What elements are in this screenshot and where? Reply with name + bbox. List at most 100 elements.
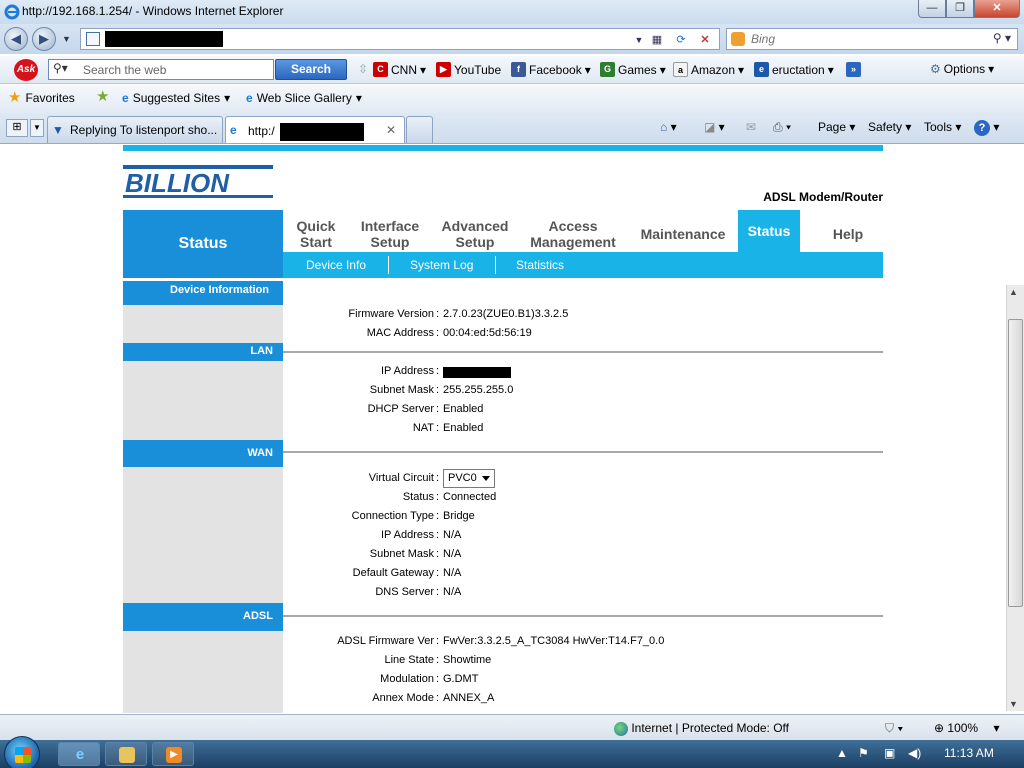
compatibility-view-icon[interactable]: ▦ <box>647 32 667 48</box>
ask-search-box[interactable]: ⚲▾ <box>48 59 274 80</box>
help-menu[interactable]: ? ▾ <box>974 120 999 136</box>
row-label: Firmware Version <box>348 308 434 320</box>
virtual-circuit-select[interactable]: PVC0 <box>443 469 495 488</box>
section-device-info: Device Information <box>123 281 283 305</box>
link-facebook[interactable]: f Facebook ▾ <box>511 62 591 77</box>
home-button[interactable]: ⌂ ▾ <box>660 120 677 134</box>
taskbar-explorer[interactable] <box>105 742 147 766</box>
nav-advanced-setup[interactable]: Advanced Setup <box>433 216 517 252</box>
refresh-icon[interactable]: ⟳ <box>671 32 691 48</box>
ask-toolbar: Ask ⚲▾ Search ⇳ C CNN▾ ▶ YouTube f Faceb… <box>0 56 1024 84</box>
web-slice-gallery-button[interactable]: e Web Slice Gallery ▾ <box>246 91 362 105</box>
nav-interface-setup[interactable]: Interface Setup <box>349 216 431 252</box>
tab-replying[interactable]: ▼ Replying To listenport sho... <box>47 116 223 143</box>
forward-button[interactable]: ▶ <box>32 27 56 51</box>
link-games[interactable]: G Games ▾ <box>600 62 666 77</box>
nav-help[interactable]: Help <box>813 216 883 252</box>
sub-nav-device-info[interactable]: Device Info <box>306 258 366 272</box>
games-icon: G <box>600 62 615 77</box>
start-button[interactable] <box>4 736 40 768</box>
row-value: G.DMT <box>443 673 479 685</box>
link-amazon[interactable]: a Amazon ▾ <box>673 62 744 77</box>
security-zone[interactable]: Internet | Protected Mode: Off <box>614 721 789 736</box>
address-toolbar: ◀ ▶ ▼ ▼ ▦ ⟳ ✕ ⚲ ▾ <box>0 24 1024 54</box>
stop-icon[interactable]: ✕ <box>695 32 715 48</box>
suggested-sites-button[interactable]: e Suggested Sites ▾ <box>122 91 230 105</box>
nav-maintenance[interactable]: Maintenance <box>631 216 735 252</box>
ask-search-input[interactable] <box>83 62 263 77</box>
nav-label: Setup <box>455 234 495 250</box>
minimize-button[interactable]: — <box>918 0 946 18</box>
taskbar-media-player[interactable]: ▶ <box>152 742 194 766</box>
close-tab-icon[interactable]: ✕ <box>386 123 396 137</box>
feeds-button[interactable]: ◪ ▾ <box>704 120 725 134</box>
bing-search-input[interactable] <box>751 31 981 47</box>
more-links-button[interactable]: » <box>846 62 861 77</box>
tab-list-button[interactable]: ▼ <box>30 119 44 137</box>
scroll-thumb[interactable] <box>1008 319 1023 607</box>
web-slice-gallery-label: Web Slice Gallery <box>256 91 352 105</box>
clock[interactable]: 11:13 AM <box>944 746 994 760</box>
forum-icon: ▼ <box>52 123 64 137</box>
history-dropdown-icon[interactable]: ▼ <box>62 34 71 44</box>
tab-router[interactable]: e http:/ ✕ <box>225 116 405 143</box>
zoom-control[interactable]: ⊕ 100% ▾ <box>934 721 999 735</box>
scroll-up-icon[interactable]: ▲ <box>1009 287 1018 297</box>
ask-search-button[interactable]: Search <box>275 59 347 80</box>
volume-icon[interactable]: ◀) <box>908 746 921 760</box>
network-icon[interactable]: ▣ <box>884 746 895 760</box>
row-lan-subnet: Subnet Mask: 255.255.255.0 <box>369 384 514 396</box>
link-label: eructation <box>772 62 825 77</box>
restore-button[interactable]: ❐ <box>946 0 974 18</box>
safety-menu[interactable]: Safety ▾ <box>868 120 911 134</box>
taskbar-ie[interactable]: e <box>58 742 100 766</box>
row-label: DNS Server <box>375 586 434 598</box>
quick-tabs-button[interactable]: ⊞ <box>6 119 28 137</box>
windows-taskbar: e ▶ ▲ ⚑ ▣ ◀) 11:13 AM <box>0 736 1024 768</box>
read-mail-button[interactable]: ✉ <box>746 120 756 134</box>
nav-access-management[interactable]: Access Management <box>519 216 627 252</box>
add-to-favorites-icon: ★ <box>96 88 110 105</box>
row-virtual-circuit: Virtual Circuit: PVC0 <box>283 469 883 488</box>
nav-label: Access <box>548 218 598 234</box>
scroll-down-icon[interactable]: ▼ <box>1009 699 1018 709</box>
action-center-icon[interactable]: ⚑ <box>858 746 869 760</box>
favorites-button[interactable]: ★ Favorites <box>8 90 75 105</box>
add-favorite-button[interactable]: ★ <box>96 88 110 105</box>
ask-logo-icon[interactable]: Ask <box>14 59 38 81</box>
bing-search-box[interactable]: ⚲ ▾ <box>726 28 1018 50</box>
sub-nav-divider <box>495 256 496 274</box>
link-eructation[interactable]: e eructation ▾ <box>754 62 834 77</box>
back-button[interactable]: ◀ <box>4 27 28 51</box>
bing-icon <box>731 32 745 46</box>
print-button[interactable]: ⎙ ▾ <box>773 120 791 135</box>
search-icon[interactable]: ⚲ ▾ <box>993 31 1011 45</box>
options-button[interactable]: ⚙ Options ▾ <box>930 62 994 76</box>
show-hidden-icons[interactable]: ▲ <box>836 746 848 760</box>
row-annex-mode: Annex Mode: ANNEX_A <box>372 692 495 704</box>
row-label: IP Address <box>381 529 434 541</box>
tools-menu[interactable]: Tools ▾ <box>924 120 961 134</box>
row-modulation: Modulation: G.DMT <box>380 673 479 685</box>
sub-nav-statistics[interactable]: Statistics <box>516 258 564 272</box>
nav-label: Maintenance <box>640 226 726 242</box>
page-menu[interactable]: Page ▾ <box>818 120 855 134</box>
nav-label: Quick <box>296 218 336 234</box>
link-youtube[interactable]: ▶ YouTube <box>436 62 501 77</box>
address-dropdown-icon[interactable]: ▼ <box>629 32 649 48</box>
vertical-scrollbar[interactable]: ▲ ▼ <box>1006 285 1024 711</box>
security-icon-button[interactable]: ⛉ ▾ <box>885 721 903 736</box>
product-name: ADSL Modem/Router <box>763 190 883 204</box>
row-line-state: Line State: Showtime <box>384 654 492 666</box>
tools-menu-label: Tools <box>924 120 953 134</box>
address-field[interactable]: ▼ ▦ ⟳ ✕ <box>80 28 720 50</box>
sub-nav: Device Info System Log Statistics <box>283 252 883 278</box>
sub-nav-system-log[interactable]: System Log <box>410 258 473 272</box>
new-tab-button[interactable] <box>406 116 433 143</box>
nav-quick-start[interactable]: Quick Start <box>285 216 347 252</box>
nav-label: Start <box>300 234 332 250</box>
row-label: DHCP Server <box>367 403 434 415</box>
close-button[interactable]: ✕ <box>974 0 1020 18</box>
nav-status[interactable]: Status <box>738 210 800 252</box>
link-cnn[interactable]: C CNN ▾ <box>373 62 426 77</box>
